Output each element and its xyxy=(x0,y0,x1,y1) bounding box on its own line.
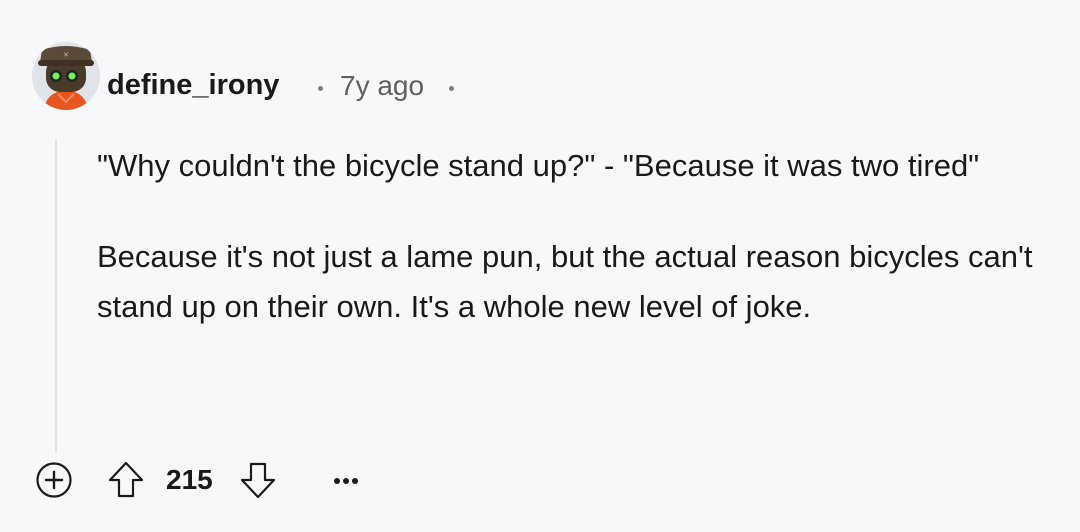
comment-body: "Why couldn't the bicycle stand up?" - "… xyxy=(97,141,1057,332)
comment-author[interactable]: define_irony xyxy=(107,67,279,103)
svg-text:✕: ✕ xyxy=(63,51,69,59)
downvote-button[interactable] xyxy=(238,459,278,501)
comment-timestamp: 7y ago xyxy=(340,70,425,101)
avatar[interactable]: ✕ xyxy=(32,42,100,110)
vote-score: 215 xyxy=(166,464,213,495)
comment-paragraph: "Why couldn't the bicycle stand up?" - "… xyxy=(97,148,980,183)
upvote-button[interactable] xyxy=(106,459,146,501)
arrow-down-icon xyxy=(240,462,276,499)
plus-circle-icon xyxy=(36,462,72,498)
separator-dot xyxy=(449,86,454,91)
comment-paragraph: Because it's not just a lame pun, but th… xyxy=(97,239,1033,324)
expand-button[interactable] xyxy=(35,461,73,499)
more-options-button[interactable] xyxy=(330,466,362,496)
thread-line[interactable] xyxy=(55,140,57,452)
ellipsis-icon xyxy=(334,478,358,484)
snoo-avatar-icon: ✕ xyxy=(32,42,100,110)
separator-dot xyxy=(318,86,323,91)
arrow-up-icon xyxy=(108,461,144,498)
